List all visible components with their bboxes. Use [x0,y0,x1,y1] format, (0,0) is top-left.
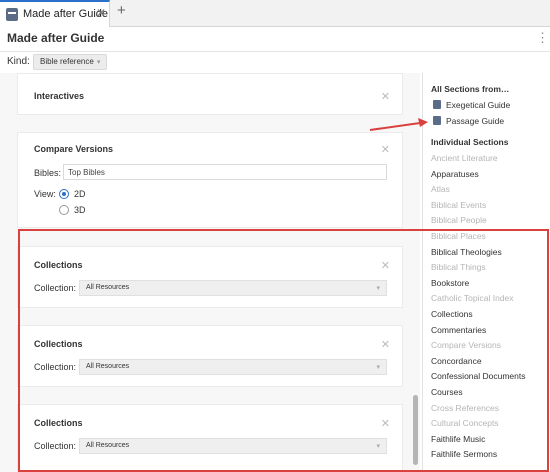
sidebar-item: Cultural Concepts [431,418,499,429]
collection-label: Collection: [34,441,77,451]
chevron-down-icon: ▾ [96,59,101,66]
sidebar-item: Ancient Literature [431,153,498,163]
guide-icon [433,116,441,125]
sidebar-item: Compare Versions [431,340,501,351]
view-3d-radio[interactable] [59,205,69,215]
all-sections-heading: All Sections from… [431,84,510,94]
page-title: Made after Guide [7,31,105,45]
panel-menu-icon[interactable]: ⋮ [536,30,549,46]
bibles-label: Bibles: [34,168,62,178]
guide-document-icon [6,8,18,21]
card-title: Collections [34,418,83,428]
sidebar-item[interactable]: Apparatuses [431,169,479,179]
close-icon[interactable]: ✕ [381,417,390,430]
card-title: Collections [34,339,83,349]
sidebar-item[interactable]: Concordance [431,356,482,366]
guide-icon [433,100,441,109]
bibles-input[interactable]: Top Bibles [63,164,387,180]
collection-label: Collection: [34,283,77,293]
sidebar-item[interactable]: Faithlife Sermons [431,449,497,459]
collections-card: Collections ✕ Collection: All Resources ▾ [17,246,403,308]
close-icon[interactable]: ✕ [381,259,390,272]
kind-dropdown[interactable]: Bible reference ▾ [33,54,108,70]
individual-sections-heading: Individual Sections [431,137,509,147]
sidebar-item-passage-guide[interactable]: Passage Guide [446,116,504,126]
tab-made-after-guide[interactable]: Made after Guide ✕ [0,0,110,27]
interactives-card: Interactives ✕ [17,73,403,115]
sidebar-item-exegetical-guide[interactable]: Exegetical Guide [446,100,510,110]
guide-sections-area: Interactives ✕ Compare Versions ✕ Bibles… [0,73,420,472]
annotation-arrow [369,118,428,131]
close-icon[interactable]: ✕ [381,338,390,351]
close-icon[interactable]: ✕ [381,143,390,156]
collection-label: Collection: [34,362,77,372]
sidebar-item: Atlas [431,184,450,195]
view-3d-label: 3D [74,205,86,215]
card-title: Collections [34,260,83,270]
sidebar-item[interactable]: Confessional Documents [431,371,526,381]
tab-close-icon[interactable]: ✕ [96,6,106,20]
sidebar-item: Catholic Topical Index [431,293,514,304]
card-title: Interactives [34,91,85,101]
collection-dropdown[interactable]: All Resources ▾ [79,438,387,454]
chevron-down-icon: ▾ [376,364,380,371]
sections-sidebar: All Sections from… Exegetical Guide Pass… [422,73,550,472]
kind-value: Bible reference [40,57,94,66]
close-icon[interactable]: ✕ [381,90,390,103]
compare-versions-card: Compare Versions ✕ Bibles: Top Bibles Vi… [17,132,403,228]
sidebar-item: Biblical People [431,215,487,226]
sidebar-item: Biblical Events [431,199,487,210]
sidebar-item[interactable]: Commentaries [431,325,486,335]
view-label: View: [34,189,56,199]
chevron-down-icon: ▾ [376,285,380,292]
sidebar-item[interactable]: Faithlife Music [431,434,485,444]
view-2d-label: 2D [74,189,86,199]
chevron-down-icon: ▾ [376,443,380,450]
view-2d-radio[interactable] [59,189,69,199]
sidebar-item: Cross References [431,402,500,413]
collection-dropdown[interactable]: All Resources ▾ [79,280,387,296]
sidebar-item[interactable]: Biblical Theologies [431,247,502,257]
sidebar-item[interactable]: Courses [431,387,463,397]
sidebar-item[interactable]: Bookstore [431,278,469,288]
card-title: Compare Versions [34,144,114,154]
panel-header: Made after Guide ⋮ [0,27,550,51]
sidebar-item: Biblical Places [431,231,486,241]
collection-value: All Resources [86,442,130,449]
collections-card: Collections ✕ Collection: All Resources ▾ [17,404,403,472]
kind-label: Kind: [7,56,30,67]
collection-value: All Resources [86,363,130,370]
tab-bar: Made after Guide ✕ + [0,0,550,27]
main-scrollbar[interactable] [413,395,418,465]
new-tab-button[interactable]: + [117,2,126,19]
collection-dropdown[interactable]: All Resources ▾ [79,359,387,375]
collections-card: Collections ✕ Collection: All Resources ▾ [17,325,403,387]
sidebar-item[interactable]: Collections [431,309,473,319]
kind-bar: Kind: Bible reference ▾ [0,51,550,73]
collection-value: All Resources [86,284,130,291]
sidebar-item: Biblical Things [431,262,486,273]
